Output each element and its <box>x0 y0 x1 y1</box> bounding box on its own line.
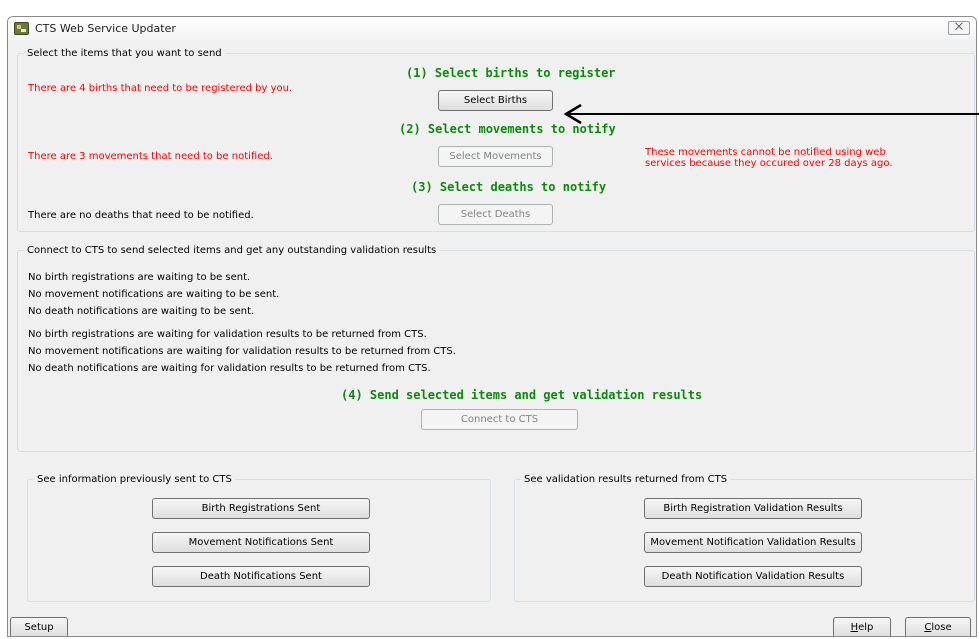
select-movements-button[interactable]: Select Movements <box>438 146 553 167</box>
birth-registrations-sent-button[interactable]: Birth Registrations Sent <box>152 498 370 519</box>
sent-info-legend: See information previously sent to CTS <box>37 474 232 485</box>
select-deaths-button[interactable]: Select Deaths <box>438 204 553 225</box>
step-1-heading: (1) Select births to register <box>406 66 616 80</box>
help-button[interactable]: Help <box>833 617 891 636</box>
movements-status-text: There are 3 movements that need to be no… <box>28 151 273 162</box>
step-3-heading: (3) Select deaths to notify <box>411 180 607 194</box>
help-mnemonic: H <box>850 622 859 633</box>
window-close-button[interactable]: ⨉ <box>948 21 970 35</box>
window-title: CTS Web Service Updater <box>35 22 176 35</box>
birth-registration-validation-results-button[interactable]: Birth Registration Validation Results <box>644 498 862 519</box>
status-line: No death notifications are waiting to be… <box>28 306 255 317</box>
births-status-text: There are 4 births that need to be regis… <box>28 83 293 94</box>
movement-notification-validation-results-button[interactable]: Movement Notification Validation Results <box>644 532 862 553</box>
movements-warning-line-2: services because they occured over 28 da… <box>645 158 893 169</box>
setup-button[interactable]: Setup <box>10 617 68 636</box>
app-window: CTS Web Service Updater ⨉ Select the ite… <box>7 16 977 637</box>
movement-notifications-sent-button[interactable]: Movement Notifications Sent <box>152 532 370 553</box>
connect-to-cts-button[interactable]: Connect to CTS <box>421 409 578 430</box>
status-line: No death notifications are waiting for v… <box>28 363 431 374</box>
validation-results-legend: See validation results returned from CTS <box>524 474 728 485</box>
movements-warning-line-1: These movements cannot be notified using… <box>645 147 886 158</box>
status-line: No birth registrations are waiting to be… <box>28 272 251 283</box>
title-bar: CTS Web Service Updater ⨉ <box>8 17 976 40</box>
step-4-heading: (4) Send selected items and get validati… <box>341 388 703 402</box>
death-notification-validation-results-button[interactable]: Death Notification Validation Results <box>644 566 862 587</box>
deaths-status-text: There are no deaths that need to be noti… <box>28 210 254 221</box>
help-label: elp <box>858 622 874 633</box>
status-line: No movement notifications are waiting fo… <box>28 346 456 357</box>
status-line: No movement notifications are waiting to… <box>28 289 280 300</box>
select-items-legend: Select the items that you want to send <box>27 48 222 59</box>
step-2-heading: (2) Select movements to notify <box>399 122 616 136</box>
status-line: No birth registrations are waiting for v… <box>28 329 427 340</box>
app-icon <box>14 22 29 35</box>
connect-legend: Connect to CTS to send selected items an… <box>27 245 437 256</box>
close-button[interactable]: Close <box>905 617 971 636</box>
close-label: lose <box>931 622 952 633</box>
death-notifications-sent-button[interactable]: Death Notifications Sent <box>152 566 370 587</box>
select-births-button[interactable]: Select Births <box>438 90 553 111</box>
